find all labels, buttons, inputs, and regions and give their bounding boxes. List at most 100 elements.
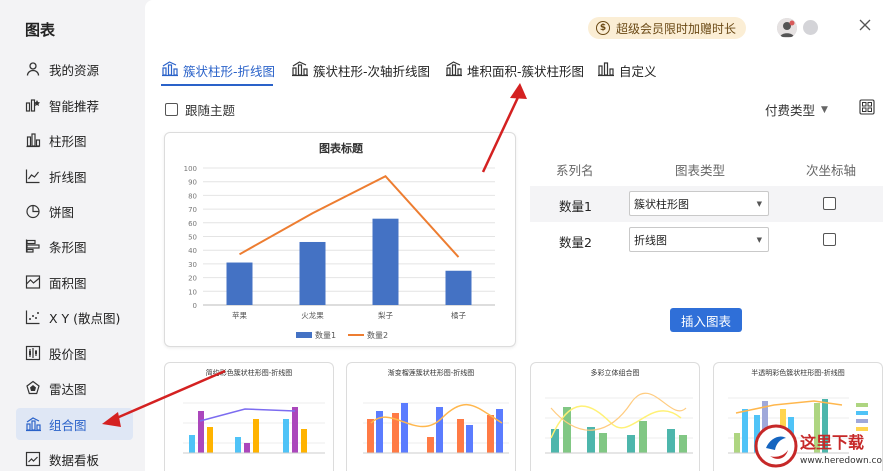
pie-chart-icon [24,202,42,220]
grid-icon [859,99,875,119]
series-name: 数量2 [559,235,592,250]
y-tick-label: 0 [193,302,197,310]
chart-type-select[interactable]: 簇状柱形图 ▼ [629,191,769,216]
watermark-url: www.heredown.com [800,456,882,466]
chevron-down-icon: ▼ [756,200,762,208]
sidebar-item-my-resources[interactable]: 我的资源 [16,53,133,85]
tab-stacked-area-clustered-column[interactable]: 堆积面积-簇状柱形图 [445,57,584,83]
y-tick-label: 10 [188,288,197,296]
watermark-text: 这里下载 [800,433,864,452]
horizontal-bar-icon [24,237,42,255]
sidebar-item-pie-chart[interactable]: 饼图 [16,195,133,227]
tab-custom[interactable]: 自定义 [597,57,657,83]
y-tick-label: 60 [188,220,197,228]
y-tick-label: 70 [188,206,197,214]
legend-label: 数量1 [315,330,336,340]
pay-type-label: 付费类型 [765,103,816,118]
chart-type-value: 折线图 [634,233,667,247]
sidebar-item-label: 股价图 [49,346,87,362]
grid-view-button[interactable] [859,99,875,115]
sidebar-item-label: 饼图 [49,204,75,220]
sidebar-item-label: 条形图 [49,239,87,255]
sidebar-item-line-chart[interactable]: 折线图 [16,160,133,192]
stock-chart-icon [24,344,42,362]
insert-chart-button[interactable]: 插入图表 [670,308,742,332]
tab-label: 堆积面积-簇状柱形图 [467,63,585,79]
sidebar-item-combo-chart[interactable]: 组合图 [16,408,133,440]
chart-preview-svg: 图表标题 0 10 20 30 40 50 60 70 80 90 100 苹果 火龙果 梨子 橘子 数量… [184,141,495,340]
secondary-axis-header: 次坐标轴 [806,163,857,178]
y-tick-label: 80 [188,192,197,200]
x-tick-label: 火龙果 [301,310,324,320]
chart-preview: 图表标题 0 10 20 30 40 50 60 70 80 90 100 苹果 火龙果 梨子 橘子 数量… [164,132,516,347]
tab-clustered-column-line[interactable]: 簇状柱形-折线图 [161,57,275,83]
x-tick-label: 苹果 [232,310,247,320]
close-button[interactable] [855,17,875,37]
combo-chart-icon [24,415,42,433]
legend-label: 数量2 [367,330,388,340]
main-panel: $ 超级会员限时加赠时长 簇状柱形-折线图 簇状柱形-次轴折线图 堆积面积-簇状… [145,0,883,471]
chart-type-value: 簇状柱形图 [634,197,689,211]
follow-theme-option[interactable]: 跟随主题 [165,100,235,119]
sidebar-item-stock-chart[interactable]: 股价图 [16,337,133,369]
radar-chart-icon [24,379,42,397]
y-tick-label: 30 [188,261,197,269]
follow-theme-checkbox[interactable] [165,103,178,116]
follow-theme-label: 跟随主题 [185,103,236,118]
sidebar-item-bar-chart[interactable]: 柱形图 [16,124,133,156]
tab-label: 自定义 [619,63,657,79]
y-tick-label: 50 [188,234,197,242]
chevron-down-icon: ▼ [756,236,762,244]
chart-type-header: 图表类型 [675,163,726,178]
y-tick-label: 100 [184,165,197,173]
chart-type-select[interactable]: 折线图 ▼ [629,227,769,252]
x-tick-label: 梨子 [378,311,393,320]
thumbnail-preview [363,402,509,454]
promo-text: 超级会员限时加赠时长 [616,21,737,36]
sidebar: 图表 我的资源 智能推荐 柱形图 折线图 饼图 条形图 面积图 X Y (散点图… [0,0,145,471]
thumbnail-preview [545,392,693,454]
close-icon [859,19,871,35]
template-thumbnail[interactable]: 多彩立体组合图 [530,362,700,471]
active-tab-indicator [161,84,273,86]
sidebar-item-label: 面积图 [49,275,87,291]
series-line [239,174,460,258]
tab-label: 簇状柱形-次轴折线图 [313,63,431,79]
secondary-axis-checkbox[interactable] [823,197,836,210]
series-row: 数量1 簇状柱形图 ▼ [530,186,883,222]
legend-swatch [296,332,312,338]
template-thumbnail[interactable]: 渐变榴莲簇状柱形图-折线图 [346,362,516,471]
sidebar-item-label: X Y (散点图) [49,310,121,326]
sidebar-item-label: 柱形图 [49,133,87,149]
avatar[interactable] [777,18,797,38]
template-thumbnail[interactable]: 简约彩色簇状柱形图-折线图 [164,362,334,471]
sidebar-item-scatter-chart[interactable]: X Y (散点图) [16,301,133,333]
y-tick-label: 40 [188,247,197,255]
smart-recommend-icon [24,96,42,114]
coin-icon: $ [596,21,610,35]
sidebar-item-horizontal-bar[interactable]: 条形图 [16,230,133,262]
tab-clustered-column-secondary-line[interactable]: 簇状柱形-次轴折线图 [291,57,430,83]
sidebar-item-radar-chart[interactable]: 雷达图 [16,372,133,404]
sidebar-item-label: 折线图 [49,169,87,185]
sidebar-item-area-chart[interactable]: 面积图 [16,266,133,298]
x-tick-label: 橘子 [451,310,466,320]
bar [372,218,399,305]
scatter-chart-icon [24,308,42,326]
sidebar-item-smart-recommend[interactable]: 智能推荐 [16,89,133,121]
person-icon [24,60,42,78]
sidebar-title: 图表 [25,21,56,39]
secondary-axis-checkbox[interactable] [823,233,836,246]
area-chart-icon [24,273,42,291]
sidebar-item-dashboard[interactable]: 数据看板 [16,443,133,471]
custom-chart-icon [597,61,615,79]
vip-promo-badge[interactable]: $ 超级会员限时加赠时长 [588,17,747,39]
bar [226,262,253,305]
bar [299,241,326,305]
combo-chart-icon [161,61,179,79]
combo-chart-icon [445,61,463,79]
sidebar-item-label: 我的资源 [49,62,100,78]
pay-type-dropdown[interactable]: 付费类型 ▼ [765,100,828,119]
bar [445,270,472,305]
thumbnail-preview [183,402,325,454]
